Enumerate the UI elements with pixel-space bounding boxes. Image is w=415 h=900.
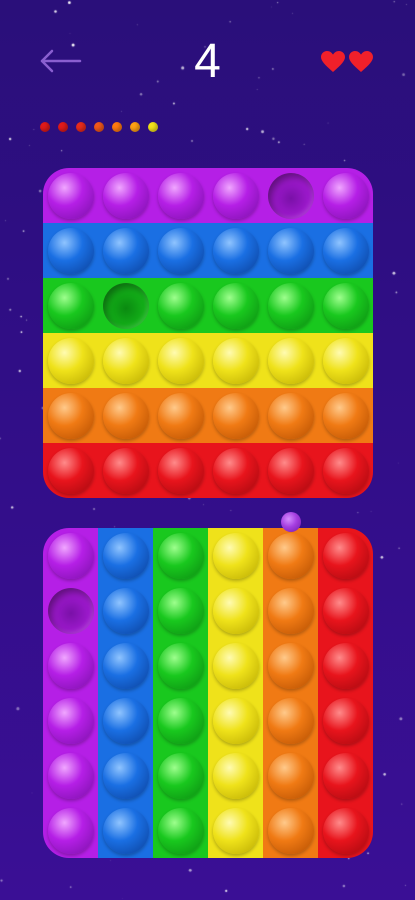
pop-bubble[interactable] [47, 447, 94, 494]
pop-bubble[interactable] [322, 642, 369, 689]
pop-bubble[interactable] [267, 227, 314, 274]
pop-bubble[interactable] [157, 697, 204, 744]
pop-bubble[interactable] [322, 807, 369, 854]
pop-bubble[interactable] [322, 752, 369, 799]
popped-bubble[interactable] [102, 282, 149, 329]
progress-dot [58, 122, 68, 132]
pop-bubble[interactable] [47, 172, 94, 219]
pop-bubble[interactable] [212, 807, 259, 854]
pop-bubble[interactable] [267, 807, 314, 854]
pop-bubble[interactable] [102, 337, 149, 384]
pop-it-board-rows [43, 168, 373, 498]
pop-bubble[interactable] [267, 392, 314, 439]
pop-bubble[interactable] [47, 227, 94, 274]
pop-bubble[interactable] [267, 447, 314, 494]
pop-bubble[interactable] [102, 172, 149, 219]
pop-bubble[interactable] [157, 392, 204, 439]
pop-bubble[interactable] [267, 532, 314, 579]
pop-bubble[interactable] [212, 642, 259, 689]
progress-dot [148, 122, 158, 132]
pop-bubble[interactable] [267, 642, 314, 689]
heart-icon [321, 51, 345, 72]
pop-bubble[interactable] [212, 392, 259, 439]
pop-bubble[interactable] [102, 447, 149, 494]
pop-bubble[interactable] [47, 642, 94, 689]
pop-bubble[interactable] [102, 752, 149, 799]
pop-bubble[interactable] [322, 697, 369, 744]
pop-bubble[interactable] [212, 697, 259, 744]
pop-bubble[interactable] [157, 642, 204, 689]
pop-bubble[interactable] [322, 392, 369, 439]
pop-bubble[interactable] [212, 227, 259, 274]
pop-bubble[interactable] [157, 227, 204, 274]
pop-bubble[interactable] [47, 807, 94, 854]
pop-bubble[interactable] [267, 282, 314, 329]
pop-bubble[interactable] [102, 392, 149, 439]
pop-it-board-columns [43, 528, 373, 858]
pop-bubble[interactable] [102, 807, 149, 854]
popped-bubble[interactable] [267, 172, 314, 219]
lives-indicator [320, 50, 374, 74]
pop-bubble[interactable] [157, 752, 204, 799]
pop-bubble[interactable] [267, 587, 314, 634]
pop-bubble[interactable] [212, 532, 259, 579]
progress-dots [40, 122, 158, 132]
pop-bubble[interactable] [47, 392, 94, 439]
pop-bubble[interactable] [212, 587, 259, 634]
pop-bubble[interactable] [267, 337, 314, 384]
pop-bubble[interactable] [157, 587, 204, 634]
progress-dot [76, 122, 86, 132]
progress-dot [94, 122, 104, 132]
pop-bubble[interactable] [267, 697, 314, 744]
progress-dot [130, 122, 140, 132]
pop-bubble[interactable] [212, 172, 259, 219]
pop-bubble[interactable] [47, 337, 94, 384]
pop-bubble[interactable] [47, 532, 94, 579]
pop-bubble[interactable] [212, 337, 259, 384]
pop-bubble[interactable] [157, 807, 204, 854]
pop-bubble[interactable] [102, 227, 149, 274]
pop-bubble[interactable] [322, 172, 369, 219]
pop-bubble[interactable] [322, 532, 369, 579]
heart-icon [349, 51, 373, 72]
pop-bubble[interactable] [322, 227, 369, 274]
pop-bubble[interactable] [322, 447, 369, 494]
pop-bubble[interactable] [102, 697, 149, 744]
pop-bubble[interactable] [102, 587, 149, 634]
progress-dot [112, 122, 122, 132]
pop-bubble[interactable] [157, 447, 204, 494]
pop-bubble[interactable] [212, 752, 259, 799]
pop-bubble[interactable] [157, 337, 204, 384]
popped-bubble[interactable] [47, 587, 94, 634]
pop-bubble[interactable] [157, 532, 204, 579]
pop-bubble[interactable] [102, 532, 149, 579]
pop-bubble[interactable] [212, 447, 259, 494]
progress-dot [40, 122, 50, 132]
pop-bubble[interactable] [322, 337, 369, 384]
pop-bubble[interactable] [157, 282, 204, 329]
pop-bubble[interactable] [157, 172, 204, 219]
pop-bubble[interactable] [322, 282, 369, 329]
pop-bubble[interactable] [212, 282, 259, 329]
pop-bubble[interactable] [47, 282, 94, 329]
stray-bubble [281, 512, 301, 532]
pop-bubble[interactable] [47, 697, 94, 744]
pop-bubble[interactable] [322, 587, 369, 634]
pop-bubble[interactable] [47, 752, 94, 799]
pop-bubble[interactable] [267, 752, 314, 799]
pop-bubble[interactable] [102, 642, 149, 689]
